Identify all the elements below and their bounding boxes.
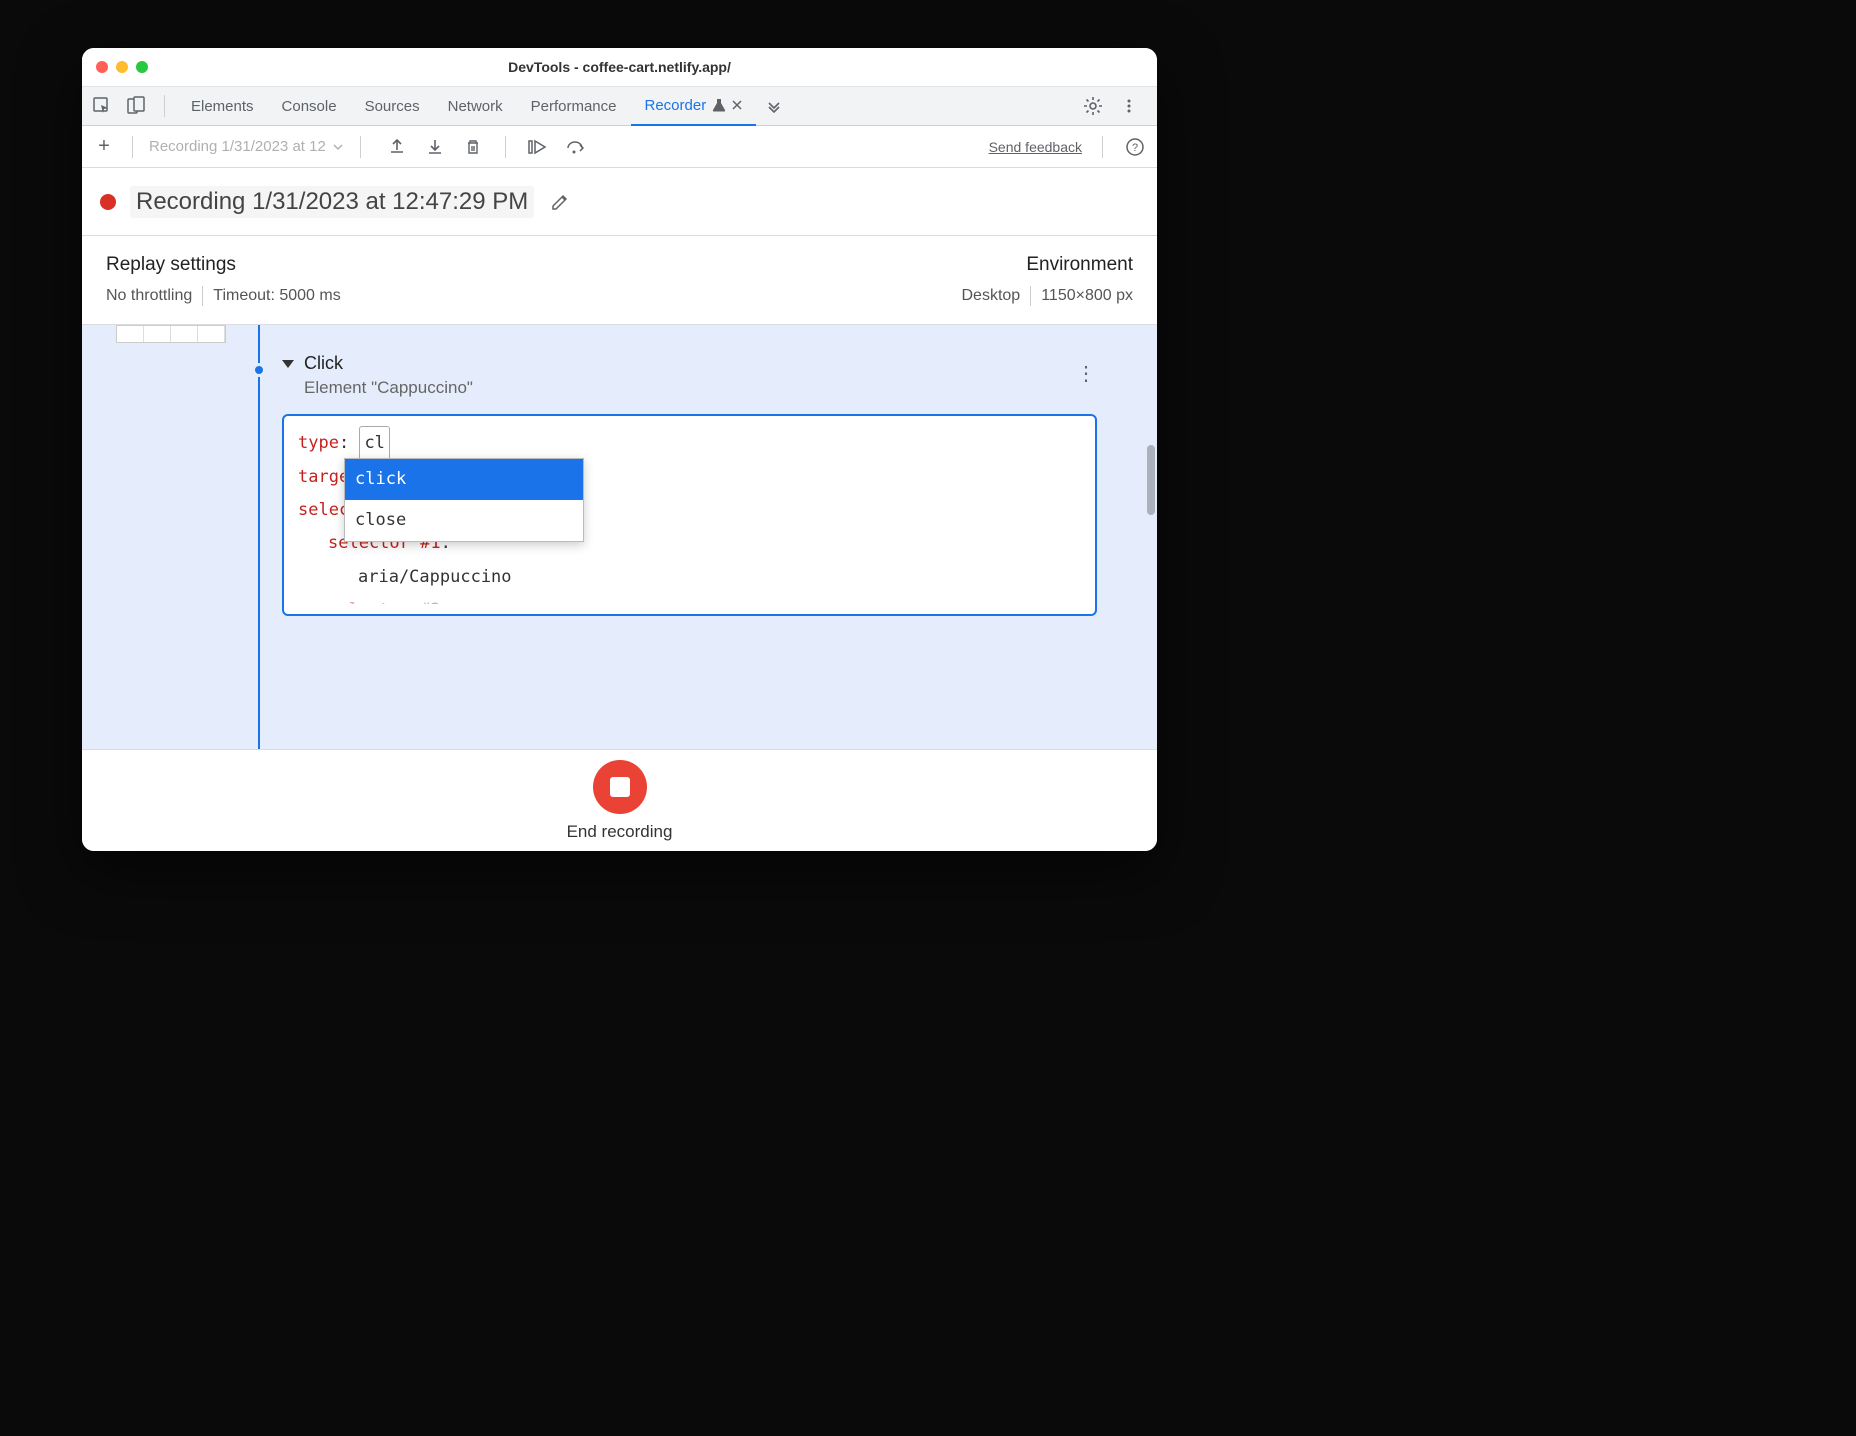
recording-selector-label: Recording 1/31/2023 at 12 (149, 138, 326, 155)
devtools-window: DevTools - coffee-cart.netlify.app/ Elem… (82, 48, 1157, 851)
tab-network[interactable]: Network (434, 86, 517, 126)
panel-tabs: Elements Console Sources Network Perform… (177, 86, 786, 126)
maximize-window-button[interactable] (136, 61, 148, 73)
divider (505, 136, 506, 158)
recording-header: Recording 1/31/2023 at 12:47:29 PM (82, 168, 1157, 236)
help-icon[interactable]: ? (1123, 135, 1147, 159)
divider (1102, 136, 1103, 158)
recording-indicator-icon (100, 194, 116, 210)
tab-recorder-label: Recorder (645, 97, 707, 114)
step-over-icon[interactable] (564, 135, 588, 159)
minimize-window-button[interactable] (116, 61, 128, 73)
window-titlebar: DevTools - coffee-cart.netlify.app/ (82, 48, 1157, 86)
env-device-value[interactable]: Desktop (962, 287, 1021, 305)
tab-console[interactable]: Console (268, 86, 351, 126)
throttling-value[interactable]: No throttling (106, 287, 192, 305)
stop-icon (610, 777, 630, 797)
export-icon[interactable] (385, 135, 409, 159)
environment-title: Environment (962, 254, 1134, 276)
send-feedback-link[interactable]: Send feedback (989, 139, 1082, 155)
autocomplete-popup: click close (344, 458, 584, 542)
traffic-lights (96, 61, 148, 73)
autocomplete-option-close[interactable]: close (345, 500, 583, 541)
flask-icon (712, 98, 726, 112)
edit-title-icon[interactable] (548, 190, 572, 214)
divider (202, 286, 203, 306)
timeline-line (258, 325, 260, 749)
chevron-down-icon (332, 141, 344, 153)
recording-selector[interactable]: Recording 1/31/2023 at 12 (149, 138, 344, 155)
steps-area: Click Element "Cappuccino" ⋮ type: cl ta… (82, 325, 1157, 749)
tab-elements[interactable]: Elements (177, 86, 268, 126)
step-subtitle: Element "Cappuccino" (304, 378, 1097, 398)
kebab-menu-icon[interactable] (1117, 94, 1141, 118)
close-window-button[interactable] (96, 61, 108, 73)
end-recording-button[interactable] (593, 760, 647, 814)
step-header[interactable]: Click (282, 353, 1097, 374)
close-tab-icon[interactable] (732, 100, 742, 110)
recorder-footer: End recording (82, 749, 1157, 851)
inspect-element-icon[interactable] (90, 94, 114, 118)
selector1-value[interactable]: aria/Cappuccino (298, 561, 1081, 594)
tab-recorder[interactable]: Recorder (631, 86, 757, 126)
replay-icon[interactable] (526, 135, 550, 159)
settings-row: Replay settings No throttling Timeout: 5… (82, 236, 1157, 325)
scrollbar-thumb[interactable] (1147, 445, 1155, 515)
end-recording-label: End recording (567, 822, 673, 842)
editor-line-selector2: selector #2 (298, 594, 1081, 604)
selector2-key: selector #2 (328, 600, 441, 604)
screenshot-thumbnail[interactable] (116, 325, 226, 343)
recorder-toolbar: + Recording 1/31/2023 at 12 Send feedbac… (82, 126, 1157, 168)
divider (360, 136, 361, 158)
more-tabs-icon[interactable] (762, 94, 786, 118)
import-icon[interactable] (423, 135, 447, 159)
type-input[interactable]: cl (359, 426, 389, 461)
editor-line-type: type: cl (298, 426, 1081, 461)
autocomplete-option-click[interactable]: click (345, 459, 583, 500)
divider (164, 95, 165, 117)
step-menu-icon[interactable]: ⋮ (1076, 361, 1097, 386)
timeline-step-dot[interactable] (252, 363, 266, 377)
tab-performance[interactable]: Performance (517, 86, 631, 126)
step-card: Click Element "Cappuccino" ⋮ type: cl ta… (282, 353, 1097, 616)
type-key: type (298, 433, 339, 453)
step-editor[interactable]: type: cl target selectors selector #1: a… (282, 414, 1097, 616)
new-recording-button[interactable]: + (92, 135, 116, 159)
recording-title[interactable]: Recording 1/31/2023 at 12:47:29 PM (130, 186, 534, 218)
divider (132, 136, 133, 158)
window-title: DevTools - coffee-cart.netlify.app/ (82, 59, 1157, 75)
main-tabbar: Elements Console Sources Network Perform… (82, 86, 1157, 126)
tab-sources[interactable]: Sources (351, 86, 434, 126)
svg-text:?: ? (1132, 142, 1138, 154)
settings-icon[interactable] (1081, 94, 1105, 118)
divider (1030, 286, 1031, 306)
env-viewport-value[interactable]: 1150×800 px (1041, 287, 1133, 305)
caret-down-icon (282, 360, 294, 368)
replay-settings-title: Replay settings (106, 254, 341, 276)
timeout-value[interactable]: Timeout: 5000 ms (213, 287, 340, 305)
step-title: Click (304, 353, 343, 374)
delete-icon[interactable] (461, 135, 485, 159)
device-toggle-icon[interactable] (124, 94, 148, 118)
